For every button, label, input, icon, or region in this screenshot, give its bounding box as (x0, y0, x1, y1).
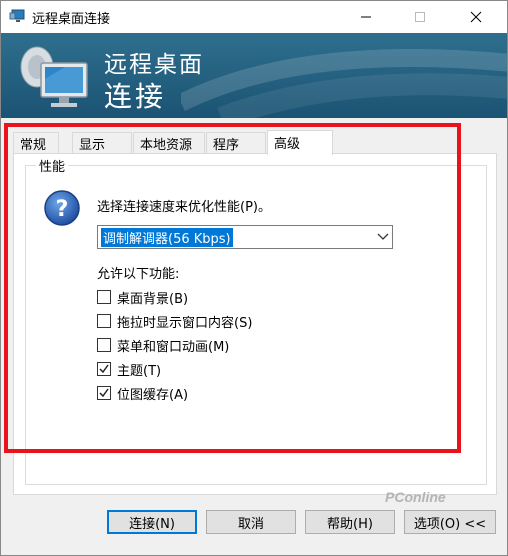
tab-programs[interactable]: 程序 (206, 132, 266, 153)
cancel-button[interactable]: 取消 (206, 510, 296, 534)
desktop-background-checkbox[interactable] (97, 290, 111, 304)
allow-features-label: 允许以下功能: (97, 267, 180, 282)
banner-title-line2: 连接 (104, 80, 167, 113)
option-menu-animation[interactable]: 菜单和窗口动画(M) (97, 335, 229, 355)
banner-title-line1: 远程桌面 (104, 52, 204, 78)
option-show-window-contents[interactable]: 拖拉时显示窗口内容(S) (97, 311, 252, 331)
svg-text:?: ? (56, 197, 69, 222)
tab-advanced[interactable]: 高级 (267, 130, 333, 155)
close-button[interactable] (453, 1, 499, 33)
performance-group: 性能 ? 选择连接速度来优化性能(P)。 调制解调器(56 Kbps) 允许以下… (25, 156, 487, 485)
tab-general[interactable]: 常规 (13, 132, 59, 153)
chevron-down-icon (377, 233, 389, 240)
option-desktop-background[interactable]: 桌面背景(B) (97, 287, 188, 307)
bitmap-caching-label: 位图缓存(A) (117, 387, 189, 403)
checkmark-icon (99, 388, 109, 398)
options-button[interactable]: 选项(O) << (404, 510, 496, 534)
rdp-window: 远程桌面连接 远程桌面 连接 常规 显示 本地资源 程序 高级 性能 ? 选择连… (0, 0, 508, 556)
connect-button[interactable]: 连接(N) (107, 510, 197, 534)
banner: 远程桌面 连接 (1, 33, 507, 118)
tab-local-resources[interactable]: 本地资源 (133, 132, 205, 153)
remote-desktop-logo-icon (20, 46, 88, 107)
desktop-background-label: 桌面背景(B) (117, 291, 189, 307)
tab-panel-advanced: 性能 ? 选择连接速度来优化性能(P)。 调制解调器(56 Kbps) 允许以下… (13, 153, 497, 495)
show-window-contents-checkbox[interactable] (97, 314, 111, 328)
help-question-icon: ? (44, 190, 80, 226)
option-bitmap-caching[interactable]: 位图缓存(A) (97, 383, 188, 403)
show-window-contents-label: 拖拉时显示窗口内容(S) (117, 315, 253, 331)
menu-animation-checkbox[interactable] (97, 338, 111, 352)
themes-checkbox[interactable] (97, 362, 111, 376)
help-button[interactable]: 帮助(H) (305, 510, 395, 534)
maximize-button[interactable] (397, 1, 443, 33)
speed-prompt: 选择连接速度来优化性能(P)。 (97, 200, 271, 215)
connection-speed-select[interactable]: 调制解调器(56 Kbps) (97, 225, 393, 249)
maximize-icon (415, 12, 425, 22)
title-bar[interactable]: 远程桌面连接 (1, 1, 507, 33)
remote-desktop-icon (9, 9, 25, 22)
checkmark-icon (99, 364, 109, 374)
connection-speed-value: 调制解调器(56 Kbps) (101, 228, 233, 247)
performance-group-title: 性能 (36, 156, 69, 175)
close-icon (470, 11, 482, 23)
bitmap-caching-checkbox[interactable] (97, 386, 111, 400)
option-themes[interactable]: 主题(T) (97, 359, 161, 379)
tab-display[interactable]: 显示 (72, 132, 132, 153)
menu-animation-label: 菜单和窗口动画(M) (117, 339, 230, 355)
minimize-button[interactable] (343, 1, 389, 33)
minimize-icon (361, 16, 371, 18)
window-title: 远程桌面连接 (32, 12, 111, 27)
watermark: PConline (385, 489, 446, 505)
themes-label: 主题(T) (117, 363, 162, 379)
banner-decoration (181, 49, 507, 118)
